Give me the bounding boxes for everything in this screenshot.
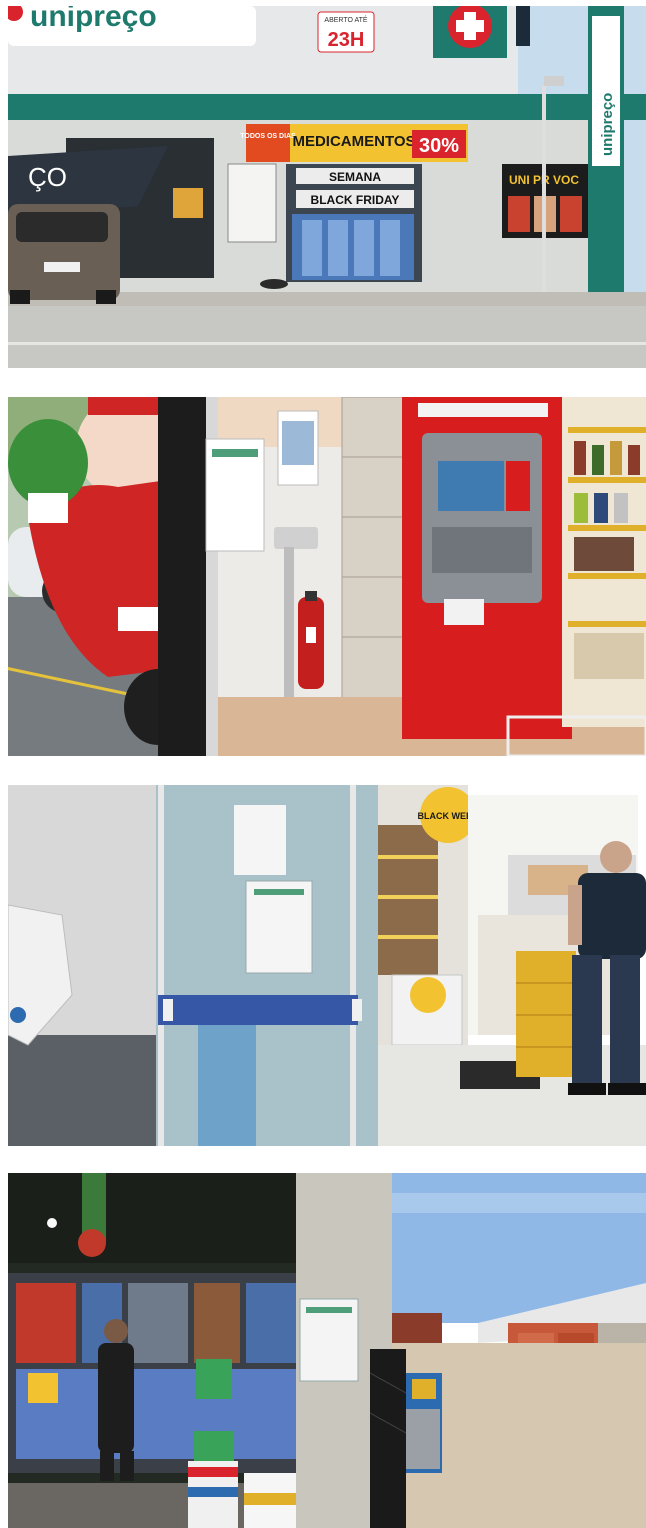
interior-shelves: [378, 825, 438, 975]
atm-screen: [438, 461, 504, 511]
product-pallet: [516, 951, 576, 1077]
hours-sign: 23H: [328, 29, 365, 51]
promo-left-text: TODOS OS DIAS: [240, 133, 296, 140]
window-line1: SEMANA: [329, 170, 381, 184]
shop-left-text: ÇO: [28, 162, 67, 192]
pylon-text: unipreço: [599, 93, 616, 156]
window-line2: BLACK FRIDAY: [311, 193, 400, 207]
photo-glass-entrance: BLACK WEEK: [8, 785, 646, 1146]
open-label: ABERTO ATÉ: [324, 15, 368, 24]
door-notice-small: [234, 805, 286, 875]
promo-main-text: MEDICAMENTOS: [292, 133, 415, 150]
promo-percent: 30%: [419, 135, 459, 157]
scale-display: [274, 527, 318, 549]
promo-badge-small: [410, 977, 446, 1013]
photo-store-yard: [8, 1173, 646, 1528]
photo-atm-interior: [8, 397, 646, 756]
brand-sign-text: unipreço: [30, 6, 157, 33]
photo-storefront: unipreço ABERTO ATÉ 23H ÇO TODOS OS DIAS…: [8, 6, 646, 368]
